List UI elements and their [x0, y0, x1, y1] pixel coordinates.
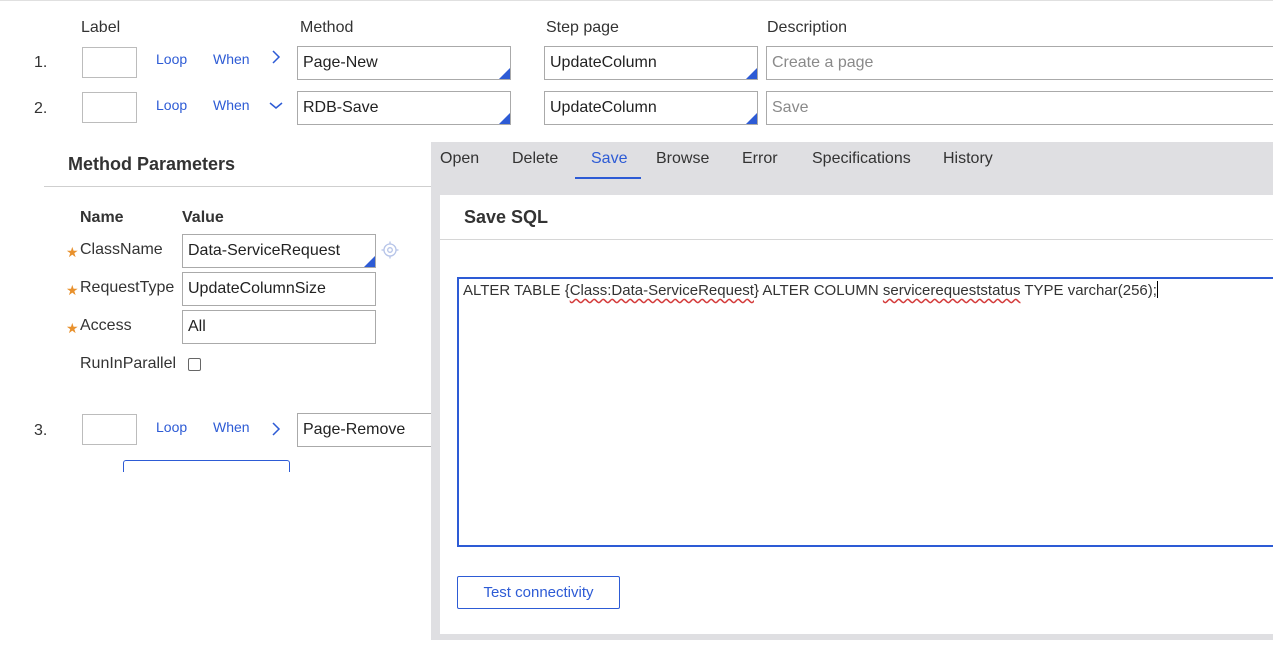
- test-connectivity-button[interactable]: Test connectivity: [457, 576, 620, 609]
- step-label-input[interactable]: [82, 414, 137, 445]
- step-label-input[interactable]: [82, 92, 137, 123]
- method-parameters-title: Method Parameters: [68, 154, 236, 174]
- save-sql-section: Save SQL ALTER TABLE {Class:Data-Service…: [440, 195, 1273, 634]
- param-label-classname: ClassName: [80, 241, 163, 258]
- step-page-field[interactable]: UpdateColumn: [544, 46, 758, 80]
- access-field[interactable]: All: [182, 310, 376, 344]
- step-page-value: UpdateColumn: [550, 54, 657, 71]
- save-sql-title: Save SQL: [464, 207, 549, 227]
- chevron-right-icon[interactable]: [271, 49, 281, 70]
- active-tab-indicator: [575, 177, 641, 179]
- top-divider: [0, 0, 1273, 1]
- classname-value: Data-ServiceRequest: [188, 242, 341, 259]
- sql-text-misspelled: Class:Data-ServiceRequest: [569, 282, 754, 299]
- method-field[interactable]: Page-Remove: [297, 413, 437, 447]
- header-step-page: Step page: [546, 19, 619, 36]
- autocomplete-indicator-icon: [364, 256, 375, 267]
- when-link[interactable]: When: [213, 97, 250, 113]
- when-link[interactable]: When: [213, 419, 250, 435]
- method-value: RDB-Save: [303, 99, 379, 116]
- param-label-access: Access: [80, 317, 132, 334]
- loop-link[interactable]: Loop: [156, 97, 187, 113]
- step-number: 2.: [34, 100, 48, 117]
- loop-link[interactable]: Loop: [156, 419, 187, 435]
- param-label-requesttype: RequestType: [80, 279, 175, 296]
- description-placeholder: Create a page: [772, 54, 874, 71]
- method-field[interactable]: RDB-Save: [297, 91, 511, 125]
- autocomplete-indicator-icon: [499, 68, 510, 79]
- required-star-icon: ★: [66, 320, 79, 336]
- step-number: 3.: [34, 422, 48, 439]
- tab-bar: Open Delete Save Browse Error Specificat…: [431, 142, 1273, 194]
- autocomplete-indicator-icon: [746, 68, 757, 79]
- method-value: Page-New: [303, 54, 378, 71]
- tab-specifications[interactable]: Specifications: [812, 150, 911, 168]
- param-name-header: Name: [80, 209, 124, 226]
- header-description: Description: [767, 19, 848, 36]
- required-star-icon: ★: [66, 282, 79, 298]
- requesttype-field[interactable]: UpdateColumnSize: [182, 272, 376, 306]
- header-label: Label: [81, 19, 121, 36]
- runinparallel-checkbox[interactable]: [188, 358, 201, 371]
- section-divider: [44, 186, 431, 187]
- section-divider: [440, 239, 1273, 240]
- step-page-field[interactable]: UpdateColumn: [544, 91, 758, 125]
- chevron-right-icon[interactable]: [271, 421, 281, 442]
- description-placeholder: Save: [772, 99, 809, 116]
- text-cursor: [1156, 281, 1158, 298]
- tab-open[interactable]: Open: [440, 150, 479, 168]
- param-value-header: Value: [182, 209, 224, 226]
- step-number: 1.: [34, 54, 48, 71]
- target-icon[interactable]: [381, 241, 399, 264]
- partial-button[interactable]: [123, 460, 290, 472]
- tab-history[interactable]: History: [943, 150, 993, 168]
- method-field[interactable]: Page-New: [297, 46, 511, 80]
- header-method: Method: [300, 19, 354, 36]
- sql-text-part: TYPE varchar(256);: [1020, 282, 1157, 299]
- sql-textarea[interactable]: ALTER TABLE {Class:Data-ServiceRequest} …: [457, 277, 1273, 547]
- tab-browse[interactable]: Browse: [656, 150, 709, 168]
- sql-text-misspelled: servicerequeststatus: [882, 282, 1021, 299]
- description-field[interactable]: Save: [766, 91, 1273, 125]
- param-label-runinparallel: RunInParallel: [80, 355, 177, 372]
- when-link[interactable]: When: [213, 51, 250, 67]
- classname-field[interactable]: Data-ServiceRequest: [182, 234, 376, 268]
- sql-text-part: } ALTER COLUMN: [753, 282, 883, 299]
- sql-text-part: ALTER TABLE {: [463, 282, 570, 299]
- chevron-down-icon[interactable]: [268, 98, 284, 116]
- tab-delete[interactable]: Delete: [512, 150, 558, 168]
- autocomplete-indicator-icon: [746, 113, 757, 124]
- description-field[interactable]: Create a page: [766, 46, 1273, 80]
- loop-link[interactable]: Loop: [156, 51, 187, 67]
- tab-error[interactable]: Error: [742, 150, 778, 168]
- step-label-input[interactable]: [82, 47, 137, 78]
- autocomplete-indicator-icon: [499, 113, 510, 124]
- requesttype-value: UpdateColumnSize: [188, 280, 326, 297]
- access-value: All: [188, 318, 206, 335]
- required-star-icon: ★: [66, 244, 79, 260]
- tab-save[interactable]: Save: [591, 150, 627, 168]
- method-value: Page-Remove: [303, 421, 406, 438]
- step-page-value: UpdateColumn: [550, 99, 657, 116]
- method-help-panel: Open Delete Save Browse Error Specificat…: [431, 142, 1273, 640]
